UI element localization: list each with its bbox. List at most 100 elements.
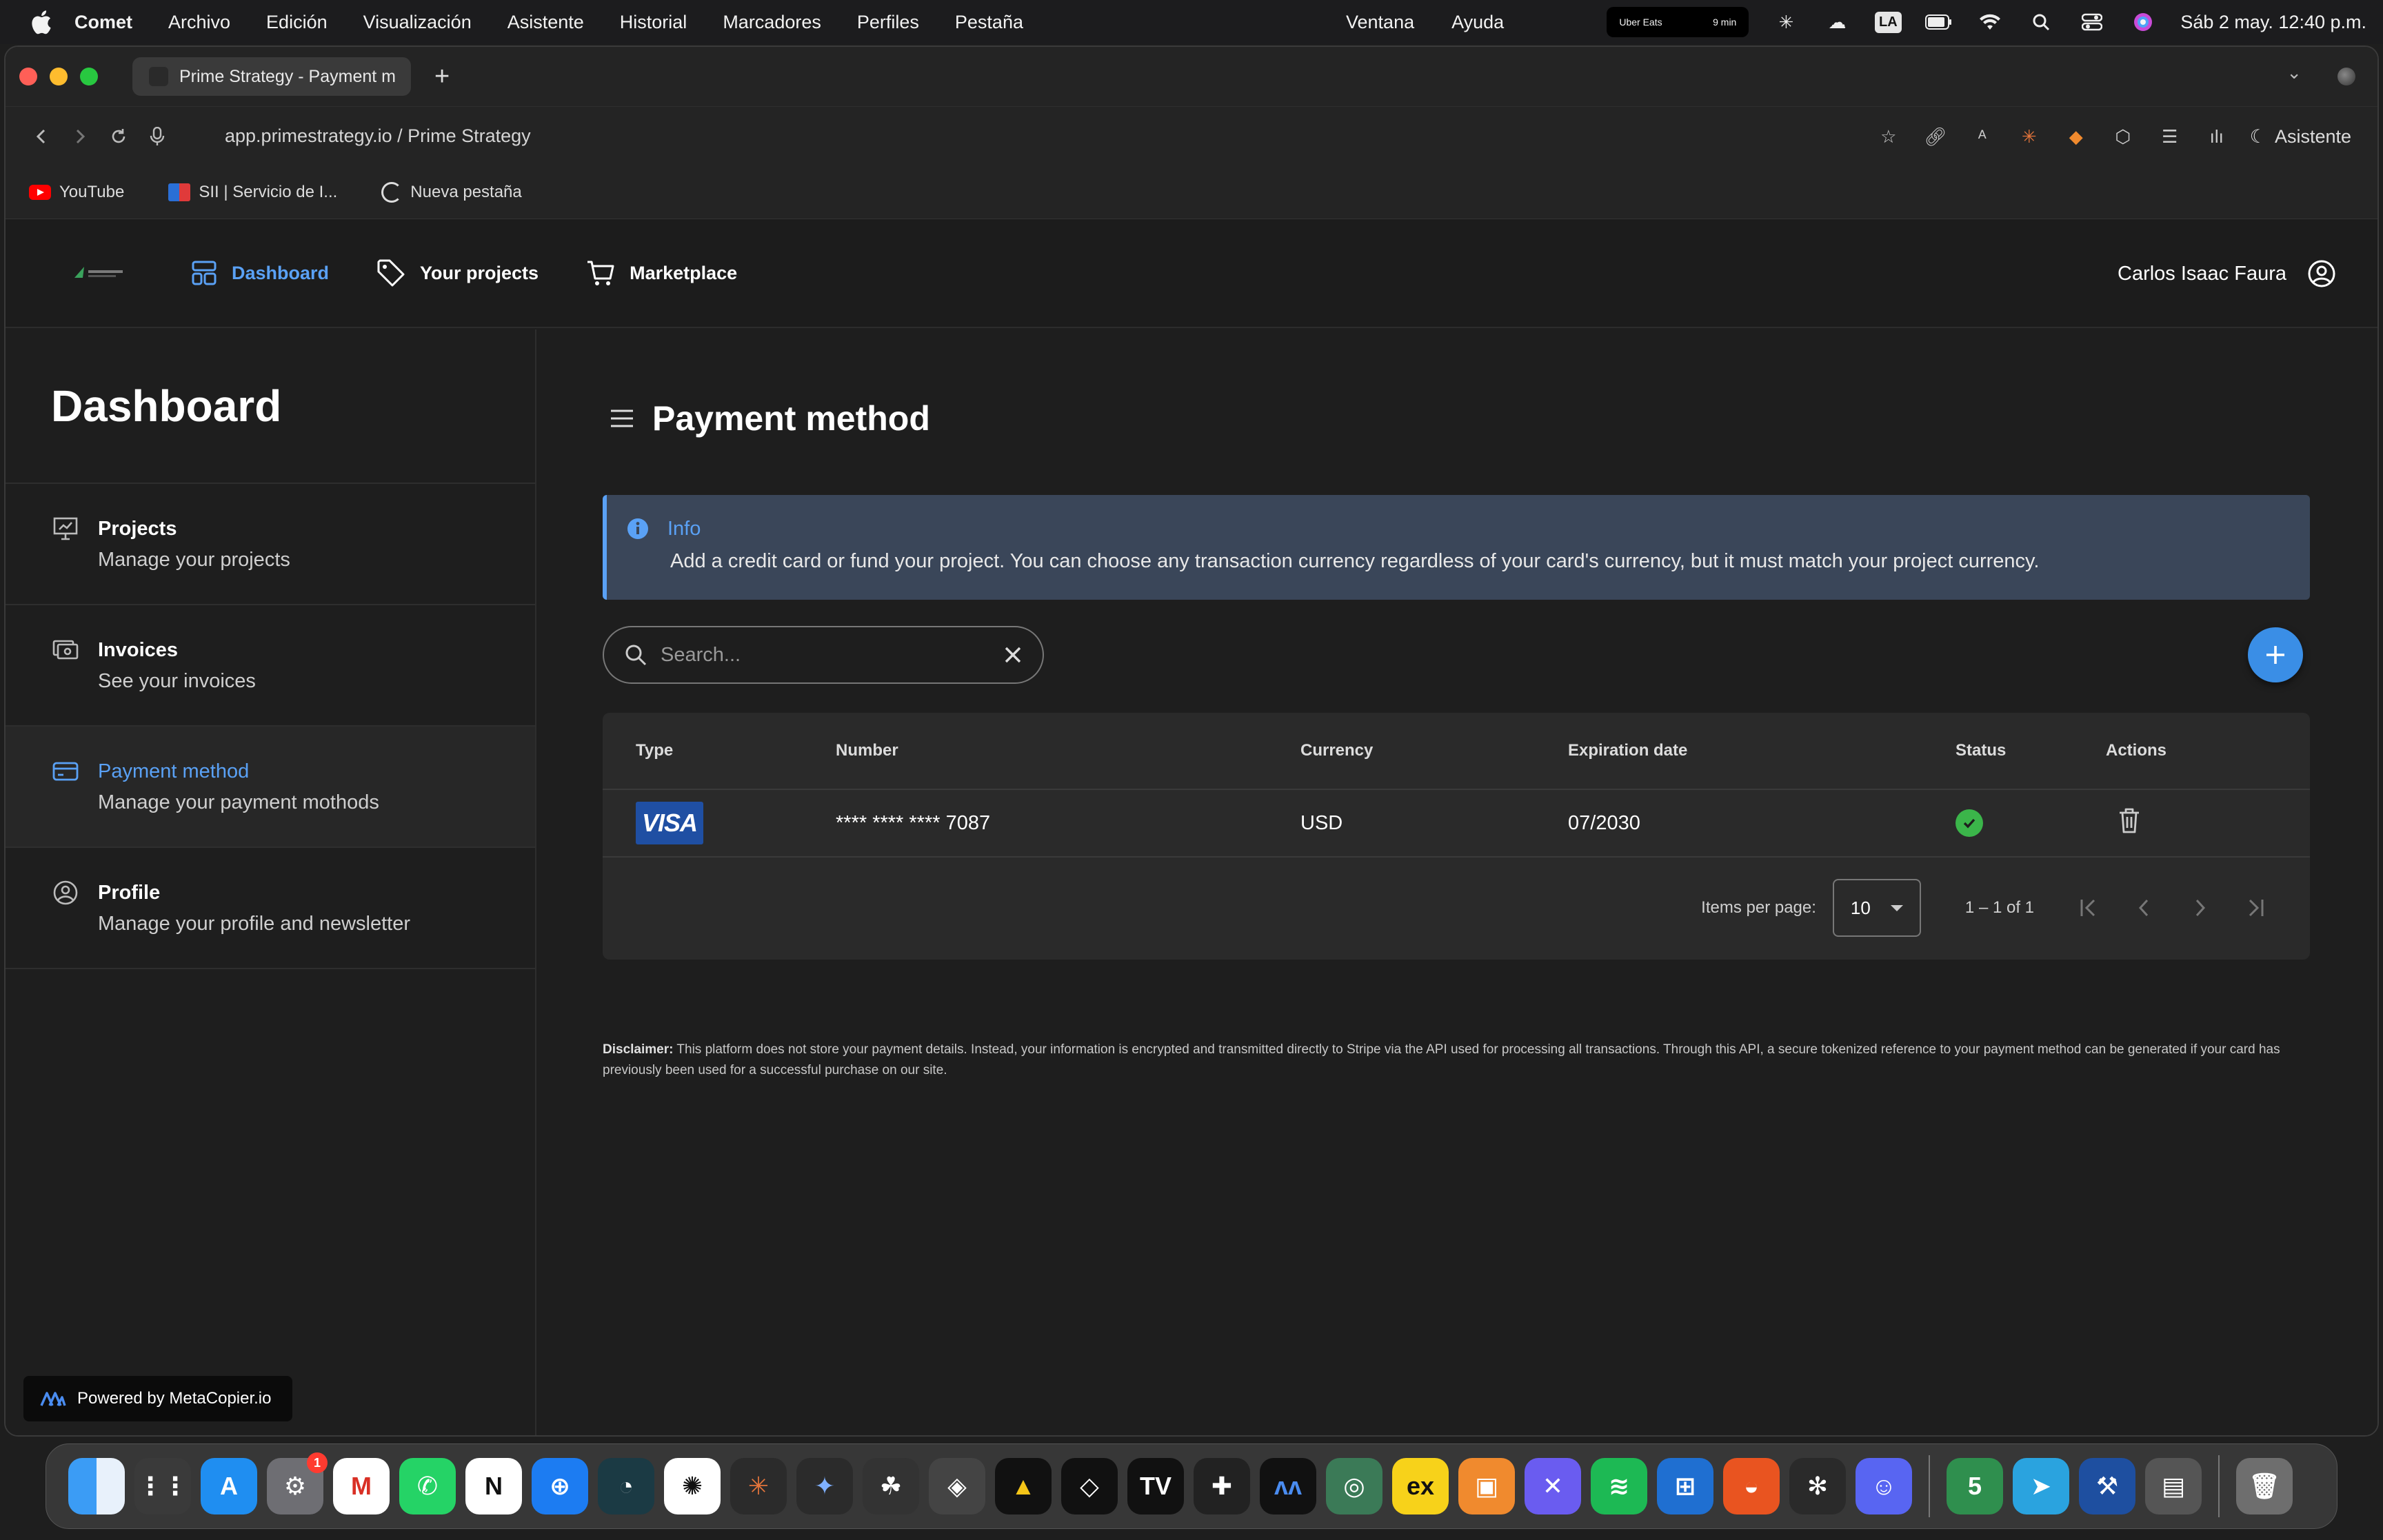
menu-historial[interactable]: Historial [620,12,687,33]
close-window-button[interactable] [19,68,37,85]
new-tab-button[interactable]: + [434,62,450,92]
tradingview-icon[interactable]: TV [1127,1458,1184,1514]
sidebar-item-invoices[interactable]: Invoices See your invoices [6,605,535,727]
sidebar-item-payment-method[interactable]: Payment method Manage your payment motho… [6,727,535,848]
last-page-button[interactable] [2227,880,2282,935]
notion-icon[interactable]: N [465,1458,522,1514]
column-header-status[interactable]: Status [1955,741,2106,760]
telegram-icon[interactable]: ➤ [2013,1458,2069,1514]
first-page-button[interactable] [2062,880,2117,935]
profile-dot-icon[interactable] [2337,68,2355,85]
uber-eats-widget[interactable]: Uber Eats 9 min [1607,7,1749,37]
nord-icon[interactable]: ✕ [1525,1458,1581,1514]
menu-perfiles[interactable]: Perfiles [857,12,919,33]
address-bar[interactable]: app.primestrategy.io / Prime Strategy [225,125,531,147]
assistant-button[interactable]: ☾ Asistente [2250,126,2351,148]
claude-tray-icon[interactable]: ✳ [1772,8,1800,36]
app-store-icon[interactable]: A [201,1458,257,1514]
search-box[interactable] [603,626,1044,684]
menu-ventana[interactable]: Ventana [1346,12,1414,33]
reload-button[interactable] [103,121,134,152]
claude-icon[interactable]: ✳ [730,1458,787,1514]
siri-icon[interactable] [2129,8,2157,36]
finder-icon[interactable] [68,1458,125,1514]
menu-marcadores[interactable]: Marcadores [723,12,821,33]
prime-strategy-logo[interactable] [72,263,128,283]
menu-app-name[interactable]: Comet [74,12,132,33]
nav-your-projects[interactable]: Your projects [376,258,539,288]
windows-app-icon[interactable]: ⊞ [1657,1458,1713,1514]
cube-app-icon[interactable]: ◈ [929,1458,985,1514]
active-tab[interactable]: Prime Strategy - Payment m [132,57,411,96]
nav-dashboard[interactable]: Dashboard [190,259,329,287]
claude-extension-icon[interactable]: ✳ [2015,123,2043,150]
hamburger-menu-icon[interactable] [610,408,634,429]
xcode-icon[interactable]: ⚒ [2079,1458,2135,1514]
column-header-type[interactable]: Type [603,741,836,760]
bookmark-star-icon[interactable]: ☆ [1875,123,1902,150]
spotify-icon[interactable]: ≋ [1591,1458,1647,1514]
sidebar-item-profile[interactable]: Profile Manage your profile and newslett… [6,848,535,969]
whatsapp-icon[interactable]: ✆ [399,1458,456,1514]
items-per-page-select[interactable]: 10 [1832,879,1921,937]
menu-archivo[interactable]: Archivo [168,12,230,33]
preview-icon[interactable]: ◎ [1326,1458,1382,1514]
translate-icon[interactable]: ᴬ [1969,123,1996,150]
bookmark-sii[interactable]: SII | Servicio de I... [168,183,337,202]
minimize-window-button[interactable] [50,68,68,85]
exness-icon[interactable]: ex [1392,1458,1449,1514]
apple-icon[interactable] [29,8,54,36]
capacities-icon[interactable]: ✚ [1194,1458,1250,1514]
bookmark-youtube[interactable]: YouTube [29,183,124,202]
clear-search-icon[interactable] [1004,646,1022,664]
wifi-icon[interactable] [1976,8,2004,36]
system-settings-icon[interactable]: ⚙ 1 [267,1452,328,1514]
comet-icon[interactable]: ◔ [598,1458,654,1514]
search-input[interactable] [661,643,1004,667]
nav-marketplace[interactable]: Marketplace [585,258,737,288]
menu-visualizacion[interactable]: Visualización [363,12,472,33]
back-button[interactable] [26,121,57,152]
metamask-extension-icon[interactable]: ◆ [2062,123,2090,150]
dark-app-icon[interactable]: ☘ [863,1458,919,1514]
next-page-button[interactable] [2172,880,2227,935]
menu-edicion[interactable]: Edición [266,12,328,33]
metacopier-icon[interactable]: ʌʌ [1260,1458,1316,1514]
table-row[interactable]: VISA **** **** **** 7087 USD 07/2030 [603,790,2310,858]
menu-lines-icon[interactable]: ☰ [2156,123,2184,150]
sidebar-item-projects[interactable]: Projects Manage your projects [6,484,535,605]
powered-by-badge[interactable]: Powered by MetaCopier.io [23,1376,292,1421]
user-menu[interactable]: Carlos Isaac Faura [2118,219,2336,328]
menu-asistente[interactable]: Asistente [507,12,584,33]
perplexity-icon[interactable]: ✻ [1789,1458,1846,1514]
safari-icon[interactable]: ⊕ [532,1458,588,1514]
cursor-icon[interactable]: ◇ [1061,1458,1118,1514]
gemini-icon[interactable]: ✦ [796,1458,853,1514]
tab-list-chevron-icon[interactable]: ⌄ [2286,62,2302,83]
delete-trash-icon[interactable] [2117,807,2142,834]
arena-icon[interactable]: ▲ [995,1458,1052,1514]
box-app-icon[interactable]: ▣ [1458,1458,1515,1514]
gmail-icon[interactable]: M [333,1458,390,1514]
launchpad-icon[interactable]: ⋮⋮ [134,1458,191,1514]
link-icon[interactable]: 🔗︎ [1922,123,1949,150]
cloud-alert-icon[interactable]: ☁ [1823,8,1851,36]
trash-icon[interactable]: 🗑︎ [2236,1458,2293,1514]
forward-button[interactable] [65,121,95,152]
menu-ayuda[interactable]: Ayuda [1451,12,1504,33]
battery-icon[interactable] [1925,8,1953,36]
menu-pestana[interactable]: Pestaña [955,12,1023,33]
control-center-icon[interactable] [2078,8,2106,36]
audio-wave-icon[interactable]: ılı [2203,123,2231,150]
bookmark-new-tab[interactable]: Nueva pestaña [381,181,522,203]
column-header-expiration[interactable]: Expiration date [1568,741,1955,760]
spotlight-search-icon[interactable] [2027,8,2055,36]
ubuntu-icon[interactable]: ◒ [1723,1458,1780,1514]
input-source-icon[interactable]: LA [1874,8,1902,36]
menubar-clock[interactable]: Sáb 2 may. 12:40 p.m. [2180,12,2366,33]
metatrader-icon[interactable]: 5 [1947,1458,2003,1514]
column-header-number[interactable]: Number [836,741,1300,760]
add-payment-method-button[interactable] [2248,627,2303,682]
extensions-icon[interactable]: ⬡ [2109,123,2137,150]
discord-icon[interactable]: ☺ [1856,1458,1912,1514]
